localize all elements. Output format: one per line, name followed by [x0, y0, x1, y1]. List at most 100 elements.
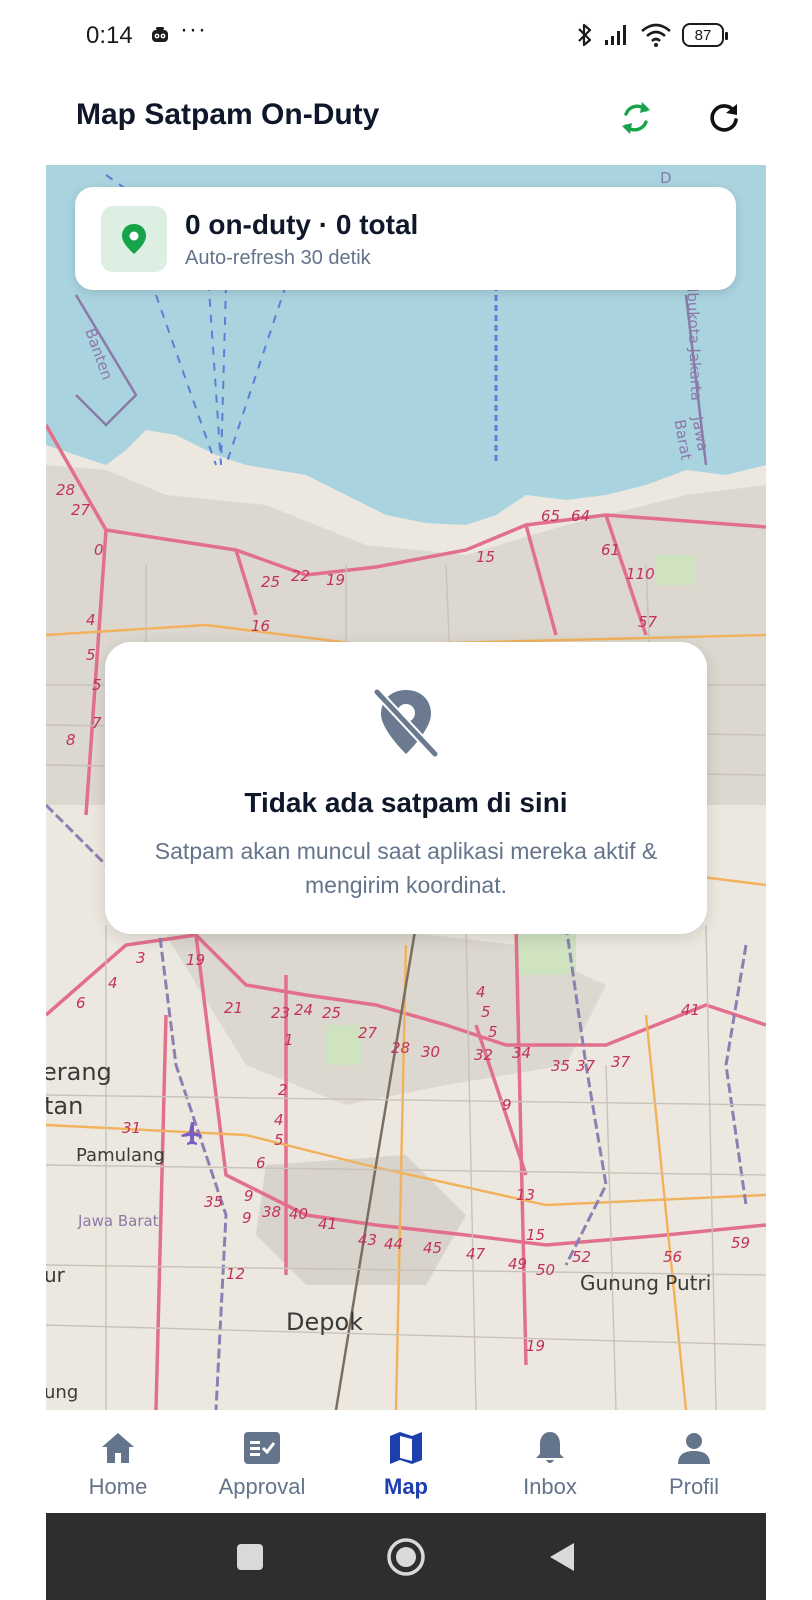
- svg-text:6: 6: [76, 994, 86, 1012]
- map-label-pamulang: Pamulang: [76, 1145, 165, 1166]
- svg-text:6: 6: [256, 1154, 266, 1172]
- map-label-ur: ur: [46, 1263, 65, 1287]
- svg-text:50: 50: [536, 1261, 555, 1279]
- nav-item-home[interactable]: Home: [46, 1410, 190, 1513]
- bluetooth-icon: [578, 23, 592, 47]
- svg-text:15: 15: [526, 1226, 545, 1244]
- back-button[interactable]: [540, 1535, 584, 1579]
- svg-text:41: 41: [681, 1001, 700, 1019]
- svg-text:35: 35: [551, 1057, 570, 1075]
- svg-text:5: 5: [86, 646, 96, 664]
- page-title: Map Satpam On-Duty: [76, 98, 380, 131]
- svg-text:9: 9: [502, 1096, 512, 1114]
- circle-icon: [387, 1538, 425, 1576]
- nav-label-profil: Profil: [668, 1474, 720, 1499]
- map-label-erang: erang: [46, 1058, 112, 1086]
- svg-text:3: 3: [136, 949, 146, 967]
- svg-text:41: 41: [318, 1215, 337, 1233]
- svg-text:15: 15: [476, 548, 495, 566]
- svg-text:57: 57: [638, 613, 658, 631]
- nav-item-approval[interactable]: Approval: [190, 1410, 334, 1513]
- map-label-d: D: [660, 169, 672, 187]
- svg-text:4: 4: [476, 983, 486, 1001]
- svg-text:64: 64: [571, 507, 590, 525]
- svg-text:7: 7: [92, 714, 102, 732]
- summary-card: 0 on-duty · 0 total Auto-refresh 30 deti…: [75, 187, 736, 290]
- svg-text:12: 12: [226, 1265, 245, 1283]
- svg-text:35: 35: [204, 1193, 223, 1211]
- svg-text:25: 25: [322, 1004, 341, 1022]
- signal-icon: [605, 25, 626, 45]
- home-system-button[interactable]: [384, 1535, 428, 1579]
- svg-text:37: 37: [576, 1057, 596, 1075]
- summary-title: 0 on-duty · 0 total: [185, 209, 419, 240]
- sync-icon: [622, 102, 650, 134]
- svg-text:61: 61: [601, 541, 620, 559]
- sync-button[interactable]: [610, 92, 662, 144]
- location-off-icon: [372, 687, 440, 758]
- location-pin-icon: [122, 224, 146, 254]
- svg-text:30: 30: [421, 1043, 440, 1061]
- home-icon: [102, 1433, 134, 1463]
- svg-text:40: 40: [289, 1205, 308, 1223]
- status-bar: 0:14 ··· 87: [0, 0, 812, 72]
- map-icon: [390, 1432, 422, 1464]
- status-time: 0:14: [86, 22, 133, 49]
- svg-text:21: 21: [224, 999, 243, 1017]
- svg-text:5: 5: [488, 1023, 498, 1041]
- person-icon: [678, 1433, 710, 1464]
- map-label-gunung-putri: Gunung Putri: [580, 1271, 712, 1295]
- svg-text:28: 28: [56, 481, 75, 499]
- nav-item-profil[interactable]: Profil: [622, 1410, 766, 1513]
- app-header: Map Satpam On-Duty: [0, 72, 812, 164]
- svg-text:9: 9: [242, 1209, 252, 1227]
- svg-text:56: 56: [663, 1248, 682, 1266]
- empty-state-description: Satpam akan muncul saat aplikasi mereka …: [154, 838, 658, 898]
- svg-text:28: 28: [391, 1039, 410, 1057]
- svg-text:110: 110: [626, 565, 655, 583]
- nav-item-map[interactable]: Map: [334, 1410, 478, 1513]
- svg-text:0: 0: [94, 541, 104, 559]
- recents-button[interactable]: [228, 1535, 272, 1579]
- approval-icon: [244, 1432, 280, 1464]
- svg-text:19: 19: [526, 1337, 545, 1355]
- svg-text:38: 38: [262, 1203, 281, 1221]
- svg-text:49: 49: [508, 1255, 527, 1273]
- svg-text:65: 65: [541, 507, 560, 525]
- nav-label-home: Home: [88, 1474, 148, 1499]
- svg-text:16: 16: [251, 617, 270, 635]
- refresh-icon: [710, 104, 738, 132]
- nav-label-approval: Approval: [218, 1474, 306, 1499]
- svg-text:4: 4: [86, 611, 96, 629]
- battery-indicator: 87: [682, 23, 728, 47]
- svg-text:45: 45: [423, 1239, 442, 1257]
- nav-label-map: Map: [384, 1474, 428, 1499]
- svg-text:25: 25: [261, 573, 280, 591]
- svg-text:27: 27: [358, 1024, 378, 1042]
- svg-text:27: 27: [71, 501, 91, 519]
- svg-text:43: 43: [358, 1231, 377, 1249]
- summary-icon-box: [101, 206, 167, 272]
- svg-text:4: 4: [274, 1111, 284, 1129]
- nav-item-inbox[interactable]: Inbox: [478, 1410, 622, 1513]
- refresh-button[interactable]: [698, 92, 750, 144]
- triangle-back-icon: [550, 1543, 574, 1571]
- nav-label-inbox: Inbox: [523, 1474, 577, 1499]
- bell-icon: [536, 1432, 564, 1463]
- square-icon: [237, 1544, 263, 1570]
- map-label-jawa-barat-left: Jawa Barat: [78, 1212, 159, 1230]
- svg-text:31: 31: [122, 1119, 141, 1137]
- bottom-navigation: Home Approval Map Inbox Profil: [46, 1410, 766, 1513]
- svg-text:37: 37: [611, 1053, 631, 1071]
- svg-text:8: 8: [66, 731, 76, 749]
- svg-text:22: 22: [291, 567, 310, 585]
- svg-text:52: 52: [572, 1248, 591, 1266]
- svg-text:19: 19: [186, 951, 205, 969]
- svg-text:44: 44: [384, 1235, 403, 1253]
- svg-text:5: 5: [481, 1003, 491, 1021]
- svg-text:5: 5: [92, 676, 102, 694]
- map-label-tan: tan: [46, 1092, 84, 1120]
- svg-text:2: 2: [278, 1081, 288, 1099]
- svg-text:1: 1: [284, 1031, 294, 1049]
- svg-text:19: 19: [326, 571, 345, 589]
